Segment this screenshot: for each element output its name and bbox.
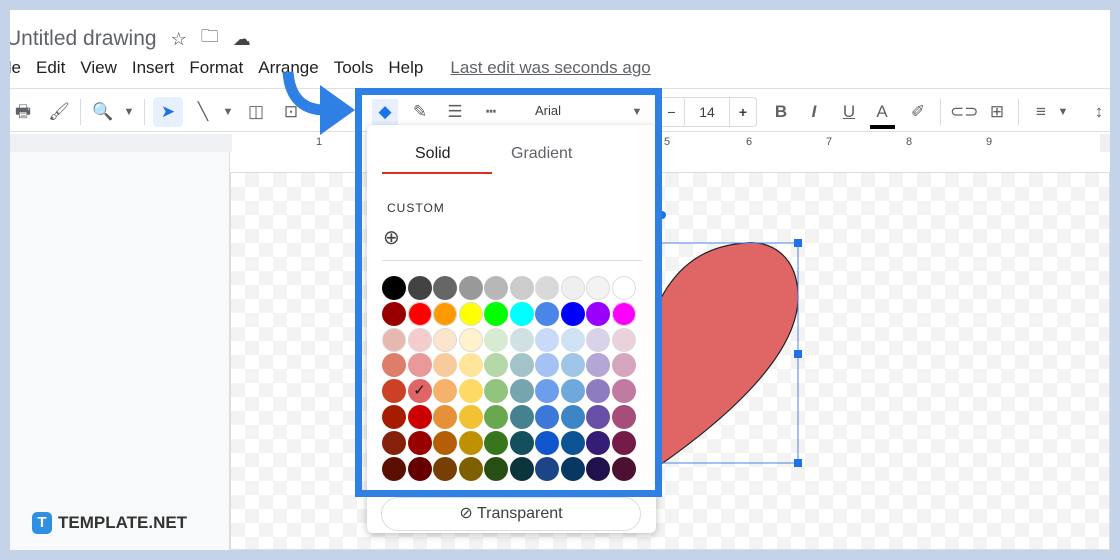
logo-icon: T	[32, 512, 52, 534]
transparent-button[interactable]: ⊘ Transparent	[381, 497, 641, 531]
arrow-pointer-icon	[282, 71, 326, 116]
template-net-logo: T TEMPLATE.NET	[32, 512, 187, 534]
transparent-icon: ⊘	[459, 505, 477, 522]
drawings-app: Untitled drawing ☆ 🗀 ☁ ile Edit View Ins…	[10, 10, 1110, 550]
resize-handle[interactable]	[794, 459, 802, 467]
logo-text: TEMPLATE.NET	[58, 513, 188, 532]
heart-half-shape[interactable]	[659, 242, 799, 467]
transparent-label: Transparent	[476, 505, 563, 522]
resize-handle[interactable]	[794, 239, 802, 247]
highlight-frame	[355, 88, 662, 497]
resize-handle[interactable]	[794, 350, 802, 358]
arrow-head	[320, 85, 355, 135]
